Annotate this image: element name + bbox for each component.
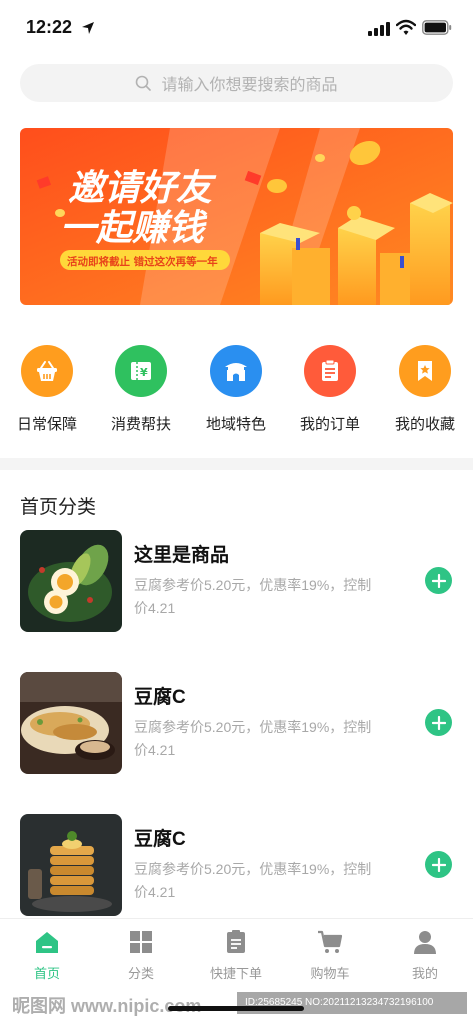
signal-icon (368, 22, 390, 36)
product-description: 豆腐参考价5.20元，优惠率19%，控制价4.21 (134, 861, 372, 900)
add-to-cart-button[interactable] (425, 709, 452, 736)
ticket-icon: ¥ (131, 362, 151, 380)
battery-icon (422, 20, 452, 35)
section-divider (0, 458, 473, 470)
home-icon (36, 932, 58, 953)
category-row: 日常保障 ¥ 消费帮扶 地域特色 我的订单 我的收藏 (0, 345, 473, 440)
tab-category[interactable]: 分类 (94, 929, 188, 982)
product-image (20, 814, 122, 916)
category-my-favorites[interactable]: 我的收藏 (378, 345, 472, 434)
section-title: 首页分类 (20, 497, 97, 518)
product-image (20, 530, 122, 632)
plus-icon (431, 715, 446, 730)
plus-icon (431, 573, 446, 588)
search-bar[interactable]: 请输入你想要搜索的商品 (20, 64, 453, 102)
tab-quick-order[interactable]: 快捷下单 (189, 929, 283, 982)
tab-label: 首页 (33, 966, 60, 981)
category-label: 日常保障 (16, 416, 77, 433)
svg-text:¥: ¥ (140, 366, 148, 379)
category-label: 我的收藏 (394, 416, 455, 433)
watermark-logo: 昵图网 www.nipic.com (12, 996, 202, 1016)
basket-icon (37, 361, 57, 381)
product-item[interactable]: 豆腐C 豆腐参考价5.20元，优惠率19%，控制价4.21 (0, 814, 473, 918)
home-indicator (168, 1006, 304, 1011)
tab-home[interactable]: 首页 (0, 929, 94, 982)
category-my-orders[interactable]: 我的订单 (283, 345, 377, 434)
category-daily-guarantee[interactable]: 日常保障 (0, 345, 94, 434)
search-icon (136, 75, 152, 91)
pavilion-icon (225, 363, 247, 381)
category-consumer-support[interactable]: ¥ 消费帮扶 (94, 345, 188, 434)
category-label: 我的订单 (299, 416, 360, 433)
user-icon (414, 931, 436, 954)
category-label: 消费帮扶 (110, 416, 171, 433)
add-to-cart-button[interactable] (425, 851, 452, 878)
bookmark-star-icon (418, 361, 432, 381)
product-name: 豆腐C (134, 829, 186, 850)
banner-title-line2: 一起赚钱 (60, 208, 208, 249)
location-arrow-icon (82, 22, 94, 34)
product-description: 豆腐参考价5.20元，优惠率19%，控制价4.21 (134, 577, 372, 616)
product-image (20, 672, 122, 774)
category-label: 地域特色 (205, 416, 266, 433)
category-regional-specialty[interactable]: 地域特色 (189, 345, 283, 434)
tab-cart[interactable]: 购物车 (283, 929, 377, 982)
plus-icon (431, 857, 446, 872)
wifi-icon (396, 19, 416, 35)
promo-banner[interactable]: 邀请好友 一起赚钱 活动即将截止 错过这次再等一年 (20, 128, 453, 305)
tab-label: 分类 (127, 966, 154, 981)
product-item[interactable]: 这里是商品 豆腐参考价5.20元，优惠率19%，控制价4.21 (0, 530, 473, 634)
search-placeholder: 请输入你想要搜索的商品 (161, 77, 338, 94)
clipboard-icon (322, 359, 338, 381)
banner-subtitle: 活动即将截止 错过这次再等一年 (67, 255, 218, 268)
status-bar: 12:22 (0, 0, 473, 56)
tab-label: 我的 (411, 966, 438, 981)
product-name: 豆腐C (134, 687, 186, 708)
product-name: 这里是商品 (134, 545, 230, 566)
tab-label: 快捷下单 (209, 966, 262, 981)
cart-icon (318, 930, 343, 953)
tab-label: 购物车 (310, 966, 350, 981)
product-item[interactable]: 豆腐C 豆腐参考价5.20元，优惠率19%，控制价4.21 (0, 672, 473, 776)
tab-mine[interactable]: 我的 (378, 929, 472, 982)
banner-title-line1: 邀请好友 (68, 168, 217, 209)
product-description: 豆腐参考价5.20元，优惠率19%，控制价4.21 (134, 719, 372, 758)
add-to-cart-button[interactable] (425, 567, 452, 594)
order-icon (227, 930, 245, 953)
grid-icon (130, 931, 152, 953)
status-time: 12:22 (26, 17, 73, 37)
